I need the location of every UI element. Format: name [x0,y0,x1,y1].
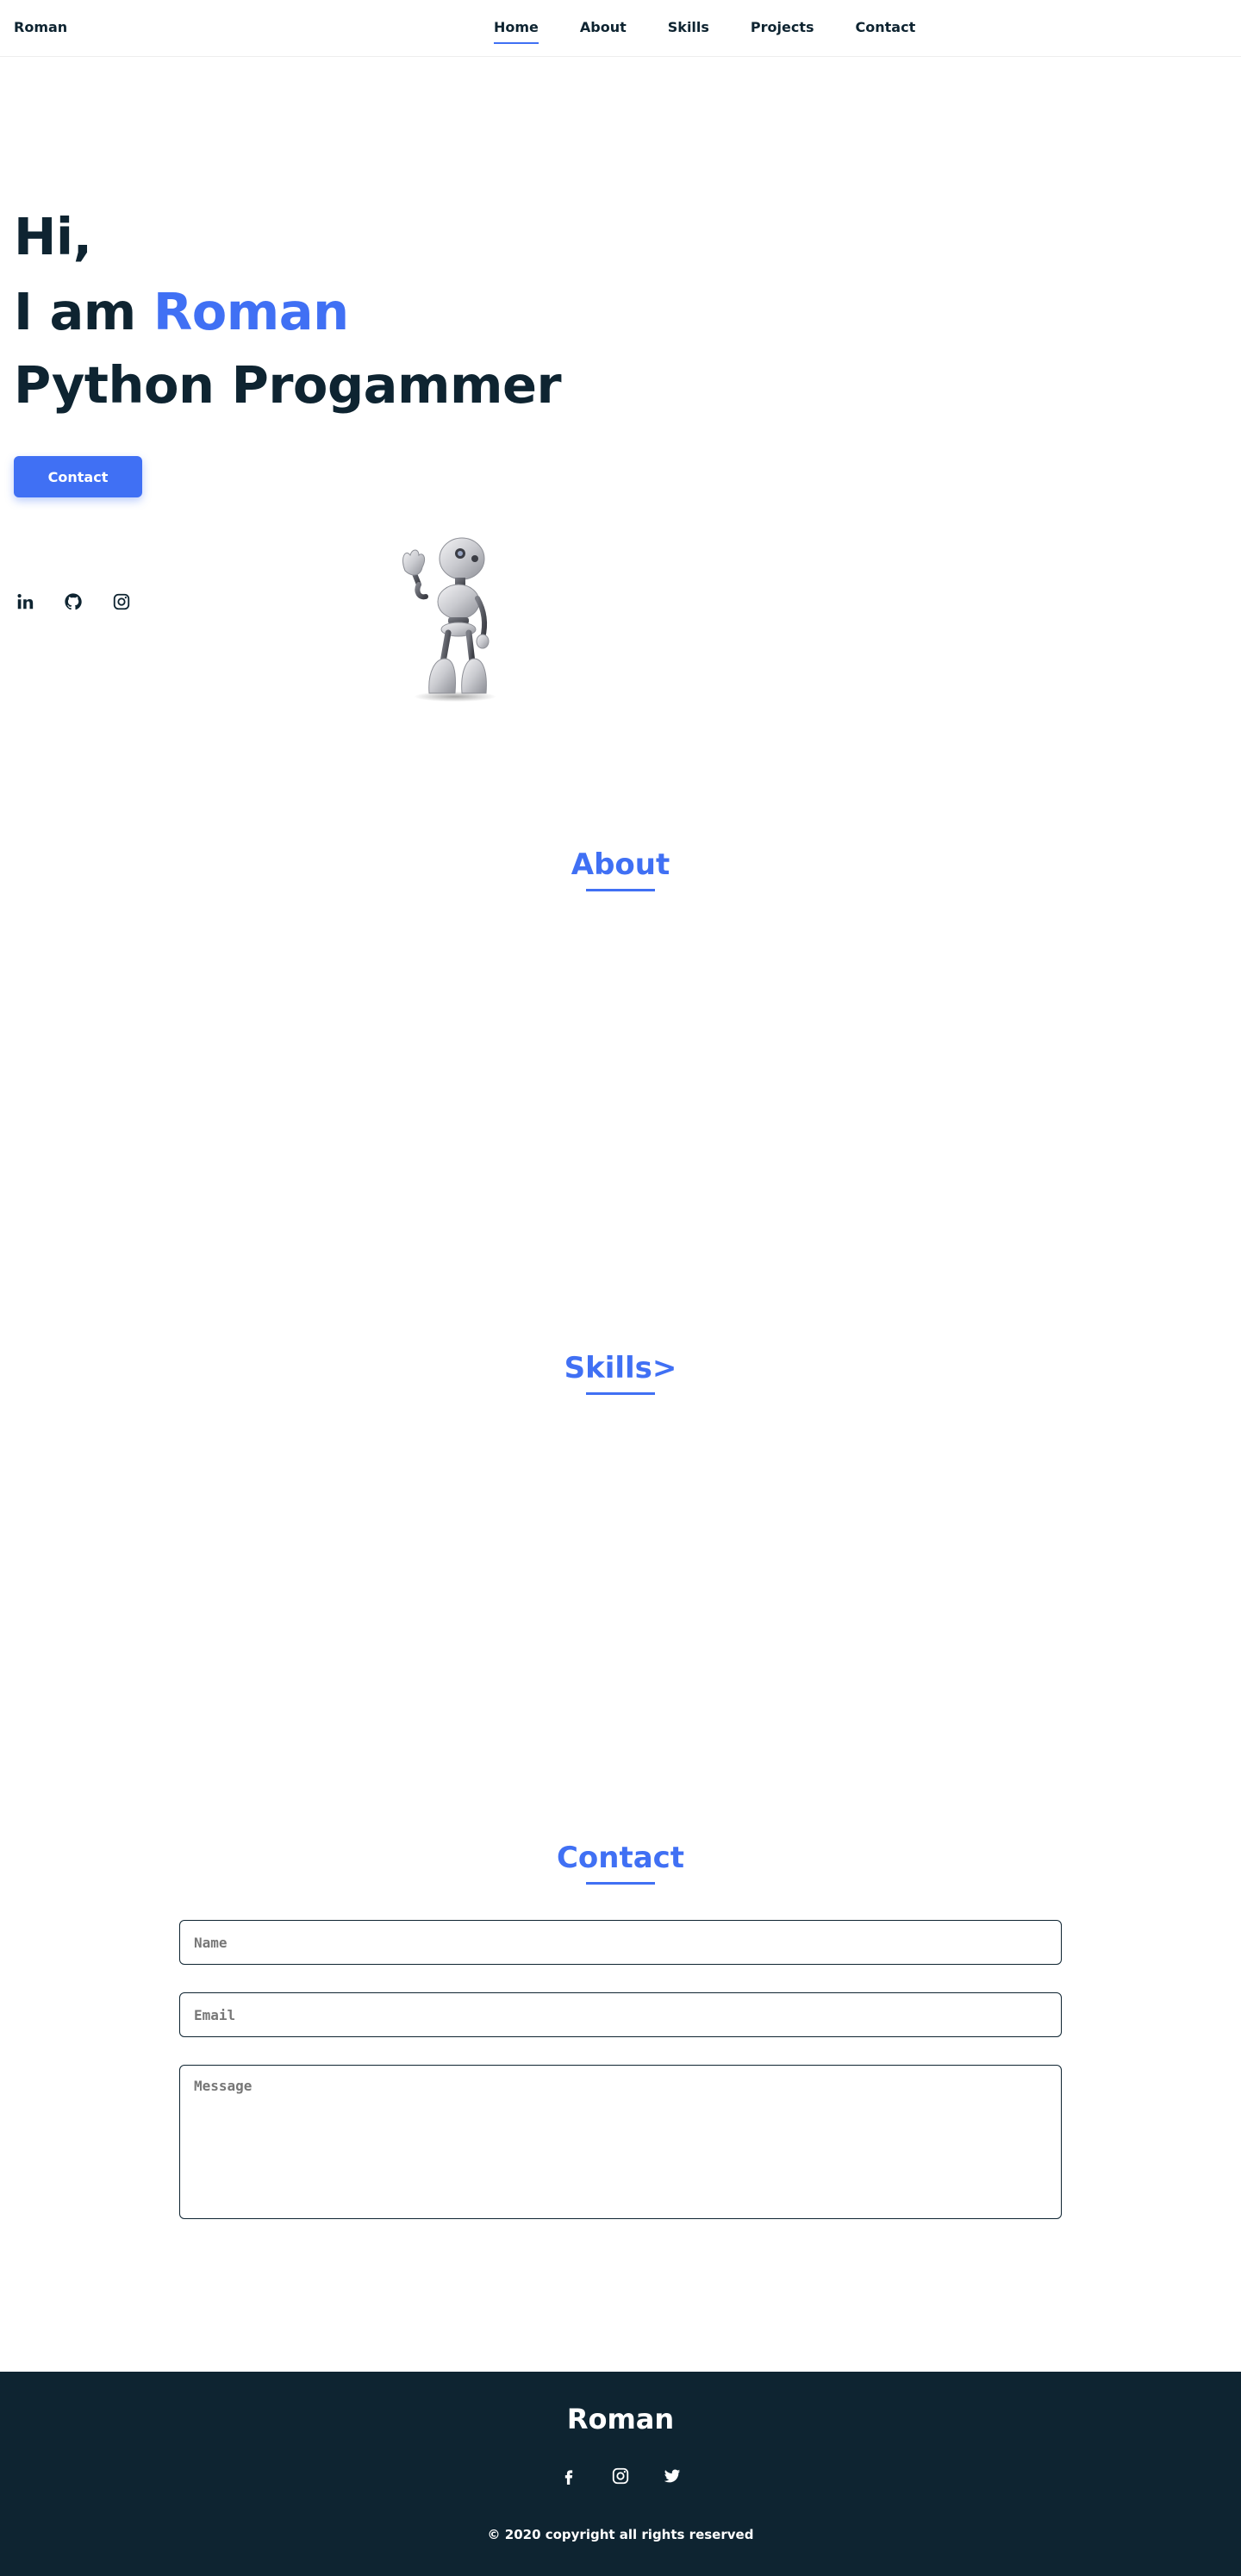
hero-intro-prefix: I am [14,282,153,341]
hero-contact-button[interactable]: Contact [14,456,142,497]
skills-section-title: Skills> [0,1351,1241,1395]
message-textarea[interactable] [179,2065,1062,2219]
linkedin-icon[interactable] [14,591,36,613]
facebook-icon[interactable] [558,2465,580,2487]
nav-projects[interactable]: Projects [751,19,814,35]
name-input[interactable] [179,1920,1062,1965]
nav-about[interactable]: About [580,19,627,35]
hero-name: Roman [153,282,349,341]
nav-contact[interactable]: Contact [856,19,916,35]
twitter-icon[interactable] [661,2465,683,2487]
contact-title-text: Contact [556,1841,685,1885]
github-icon[interactable] [62,591,84,613]
about-section-title: About [0,847,1241,891]
nav-home[interactable]: Home [494,19,539,44]
instagram-icon[interactable] [609,2465,632,2487]
footer-title: Roman [566,2403,675,2435]
site-header: Roman Home About Skills Projects Contact [0,0,1241,57]
instagram-icon[interactable] [110,591,133,613]
contact-section-title: Contact [0,1841,1241,1885]
site-footer: Roman © 2020 copyright all rights reserv… [0,2372,1241,2576]
robot-illustration [402,537,496,702]
footer-socials [0,2465,1241,2487]
hero-greeting: Hi, [14,207,92,266]
logo-link[interactable]: Roman [14,19,67,35]
hero-intro: I am Roman [14,286,349,337]
hero-role: Python Progammer [14,355,562,415]
main-nav: Home About Skills Projects Contact [494,19,916,44]
nav-skills[interactable]: Skills [668,19,709,35]
copyright-text: © 2020 copyright all rights reserved [487,2527,754,2542]
email-input[interactable] [179,1992,1062,2037]
hero-socials [14,591,133,613]
about-title-text: About [571,847,670,891]
skills-title-text: Skills> [564,1351,677,1395]
